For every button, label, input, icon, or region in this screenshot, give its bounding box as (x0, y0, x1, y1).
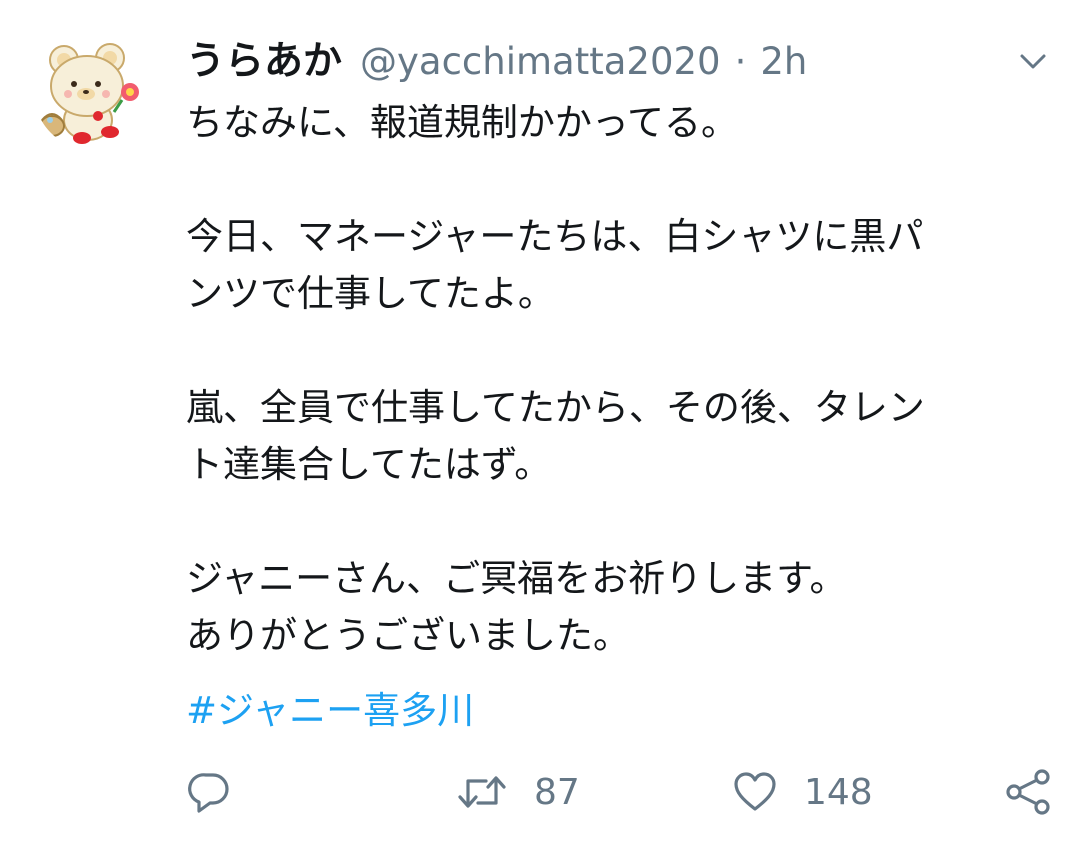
reply-button[interactable] (186, 766, 232, 818)
tweet-line: ト達集合してたはず。 (186, 443, 552, 486)
tweet-line: ンツで仕事してたよ。 (186, 272, 555, 315)
timestamp[interactable]: 2h (760, 40, 807, 83)
chevron-down-icon (1020, 54, 1046, 69)
avatar[interactable] (34, 34, 150, 150)
separator-dot: · (734, 40, 747, 83)
tweet-text: ちなみに、報道規制かかってる。 今日、マネージャーたちは、白シャツに黒パ ンツで… (186, 94, 1046, 664)
retweet-button[interactable]: 87 (456, 766, 580, 818)
tweet-line: ジャニーさん、ご冥福をお祈りします。 (186, 557, 847, 600)
tweet-line: 嵐、全員で仕事してたから、その後、タレン (186, 386, 925, 429)
tweet-header: うらあか @yacchimatta2020 · 2h (186, 30, 986, 86)
reply-icon (188, 773, 229, 813)
user-handle[interactable]: @yacchimatta2020 (360, 40, 721, 83)
share-button[interactable] (1004, 766, 1052, 818)
retweet-count: 87 (534, 771, 580, 813)
heart-icon (734, 772, 776, 811)
like-count: 148 (804, 771, 873, 813)
tweet-line: ちなみに、報道規制かかってる。 (186, 101, 739, 144)
tweet-menu-button[interactable] (1016, 44, 1050, 78)
tweet: うらあか @yacchimatta2020 · 2h ちなみに、報道規制かかって… (0, 0, 1080, 863)
display-name[interactable]: うらあか (186, 30, 342, 86)
hashtag-link[interactable]: #ジャニー喜多川 (186, 682, 474, 739)
bear-avatar-icon (39, 43, 139, 144)
retweet-icon (458, 776, 506, 808)
tweet-line: ありがとうございました。 (186, 614, 630, 657)
tweet-line: 今日、マネージャーたちは、白シャツに黒パ (186, 215, 924, 258)
like-button[interactable]: 148 (732, 766, 873, 818)
share-icon (1006, 769, 1050, 815)
